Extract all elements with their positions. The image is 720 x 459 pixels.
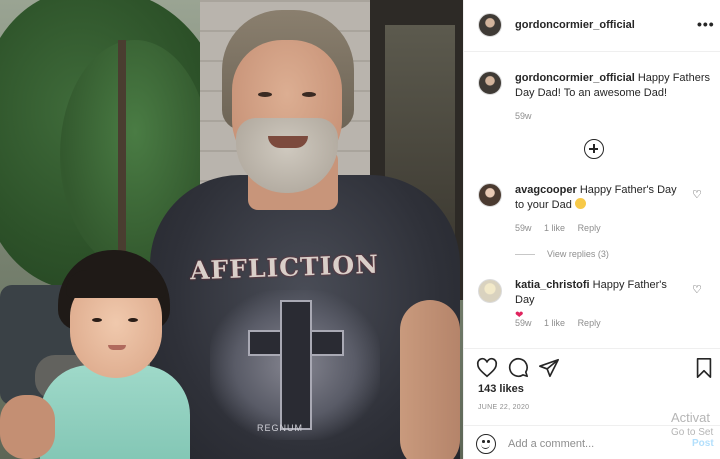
post-actions: 143 likes JUNE 22, 2020 Post <box>464 348 720 459</box>
post-side-panel: gordoncormier_official ••• gordoncormier… <box>463 0 720 459</box>
more-options-icon[interactable]: ••• <box>697 16 715 32</box>
comment-meta: 59w 1 like Reply <box>515 223 611 233</box>
smile-emoji-icon <box>574 198 586 209</box>
header-username[interactable]: gordoncormier_official <box>515 19 635 31</box>
comment-avatar[interactable] <box>478 279 502 303</box>
comment-age: 59w <box>515 223 532 233</box>
shirt-motto-text: REGNUM <box>257 423 303 433</box>
comment-input[interactable] <box>508 435 658 453</box>
emoji-picker-icon[interactable] <box>476 434 496 454</box>
comment-meta: 59w 1 like Reply <box>515 318 611 328</box>
comment-username[interactable]: katia_christofi <box>515 279 590 291</box>
comment-like-heart-icon[interactable]: ♡ <box>692 188 702 201</box>
load-more-comments-icon[interactable] <box>584 139 604 159</box>
reply-button[interactable]: Reply <box>578 223 601 233</box>
comment-2: katia_christofi Happy Father's Day ❤ <box>515 278 685 323</box>
post-date: JUNE 22, 2020 <box>478 404 530 411</box>
share-send-icon[interactable] <box>538 357 560 379</box>
comment-1: avagcooper Happy Father's Day to your Da… <box>515 183 685 213</box>
caption: gordoncormier_official Happy Fathers Day… <box>515 71 710 101</box>
like-heart-icon[interactable] <box>476 357 498 379</box>
post-header: gordoncormier_official ••• <box>464 0 720 52</box>
photo-boy-shirt <box>40 365 190 459</box>
comment-username[interactable]: avagcooper <box>515 184 577 196</box>
windows-activation-watermark: Activat Go to Set <box>671 410 714 438</box>
likes-count[interactable]: 143 likes <box>478 383 524 395</box>
save-bookmark-icon[interactable] <box>693 357 715 379</box>
comment-age: 59w <box>515 318 532 328</box>
caption-username[interactable]: gordoncormier_official <box>515 72 635 84</box>
comment-bubble-icon[interactable] <box>507 357 529 379</box>
comment-likes[interactable]: 1 like <box>544 223 565 233</box>
reply-button[interactable]: Reply <box>578 318 601 328</box>
replies-divider <box>515 254 535 256</box>
caption-avatar[interactable] <box>478 71 502 95</box>
view-replies-button[interactable]: View replies (3) <box>515 249 609 259</box>
comment-like-heart-icon[interactable]: ♡ <box>692 283 702 296</box>
caption-age: 59w <box>515 111 532 121</box>
comment-avatar[interactable] <box>478 183 502 207</box>
avatar[interactable] <box>478 13 502 37</box>
comment-likes[interactable]: 1 like <box>544 318 565 328</box>
post-photo[interactable]: AFFLICTION REGNUM <box>0 0 463 459</box>
